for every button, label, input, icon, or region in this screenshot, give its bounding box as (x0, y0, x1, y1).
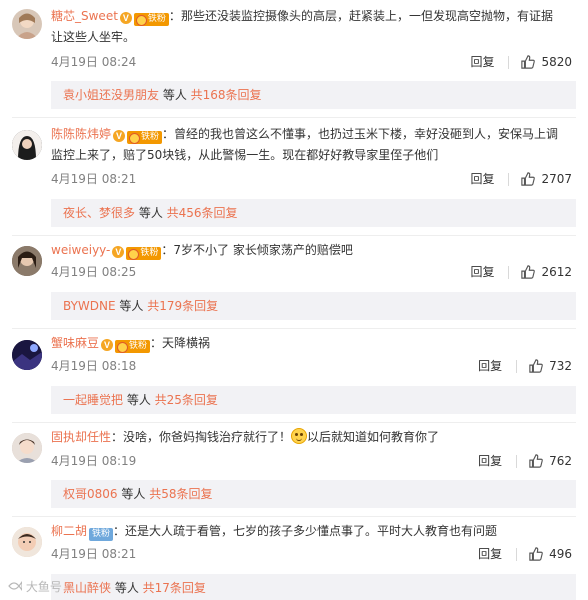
view-replies-link[interactable]: 共58条回复 (149, 487, 212, 501)
reply-summary[interactable]: 夜长、梦很多 等人 共456条回复 (51, 199, 576, 227)
thumbs-up-icon (529, 359, 543, 373)
smile-emoji-icon (291, 428, 308, 444)
fan-badge: 铁粉 (89, 528, 114, 541)
watermark: 大鱼号 (8, 578, 62, 595)
like-button[interactable]: 496 (529, 547, 572, 561)
reply-button[interactable]: 回复 (478, 454, 518, 468)
fan-badge: 铁粉 (133, 13, 169, 26)
like-count: 732 (549, 359, 572, 373)
reply-summary[interactable]: 袁小姐还没男朋友 等人 共168条回复 (51, 81, 576, 109)
verified-icon: V (119, 12, 132, 24)
divider (12, 422, 576, 423)
comment-username[interactable]: 陈陈陈炜婷 (51, 127, 111, 141)
view-replies-link[interactable]: 共25条回复 (155, 393, 218, 407)
thumbs-up-icon (521, 55, 536, 69)
comment-time: 4月19日 08:24 (51, 55, 137, 69)
comment-text-continued: 以后就知道如何教育你了 (307, 430, 440, 444)
comment-text: 还是大人疏于看管，七岁的孩子多少懂点事了。平时大人教育也有问题 (125, 524, 498, 538)
fan-badge: 铁粉 (126, 247, 162, 260)
reply-summary[interactable]: 黑山醉侠 等人 共17条回复 (51, 574, 576, 600)
reply-button[interactable]: 回复 (470, 55, 510, 69)
avatar[interactable] (12, 433, 42, 463)
fan-badge: 铁粉 (127, 131, 163, 144)
view-replies-link[interactable]: 共168条回复 (191, 88, 262, 102)
comment-time: 4月19日 08:21 (51, 547, 137, 561)
verified-icon: V (112, 246, 125, 258)
reply-user[interactable]: 黑山醉侠 (63, 581, 111, 595)
reply-user[interactable]: 袁小姐还没男朋友 (63, 88, 159, 102)
fish-logo-icon (8, 580, 23, 592)
avatar[interactable] (12, 246, 42, 276)
reply-summary[interactable]: BYWDNE 等人 共179条回复 (51, 292, 576, 320)
like-button[interactable]: 2707 (521, 172, 572, 186)
comment-username[interactable]: 蟹味麻豆 (51, 336, 99, 350)
like-count: 762 (549, 454, 572, 468)
like-count: 5820 (541, 55, 572, 69)
verified-icon: V (101, 339, 114, 351)
view-replies-link[interactable]: 共456条回复 (167, 206, 238, 220)
comment-text: 没啥，你爸妈掏钱治疗就行了！ (123, 430, 292, 444)
comment-time: 4月19日 08:18 (51, 359, 137, 373)
reply-summary[interactable]: 权哥0806 等人 共58条回复 (51, 480, 576, 508)
comment-text: 天降横祸 (162, 336, 211, 350)
like-button[interactable]: 2612 (521, 265, 572, 279)
avatar[interactable] (12, 527, 42, 557)
reply-button[interactable]: 回复 (470, 172, 510, 186)
comment-time: 4月19日 08:19 (51, 454, 137, 468)
reply-user[interactable]: BYWDNE (63, 299, 116, 313)
view-replies-link[interactable]: 共179条回复 (147, 299, 218, 313)
divider (12, 117, 576, 118)
thumbs-up-icon (529, 547, 543, 561)
reply-button[interactable]: 回复 (478, 547, 518, 561)
like-count: 496 (549, 547, 572, 561)
avatar[interactable] (12, 9, 42, 39)
verified-icon: V (113, 130, 126, 142)
thumbs-up-icon (521, 265, 536, 279)
like-count: 2707 (541, 172, 572, 186)
view-replies-link[interactable]: 共17条回复 (143, 581, 206, 595)
divider (12, 328, 576, 329)
divider (12, 516, 576, 517)
reply-button[interactable]: 回复 (470, 265, 510, 279)
reply-user[interactable]: 一起睡觉把 (63, 393, 123, 407)
reply-user[interactable]: 权哥0806 (63, 487, 118, 501)
thumbs-up-icon (529, 454, 543, 468)
reply-button[interactable]: 回复 (478, 359, 518, 373)
reply-summary[interactable]: 一起睡觉把 等人 共25条回复 (51, 386, 576, 414)
avatar[interactable] (12, 130, 42, 160)
reply-user[interactable]: 夜长、梦很多 (63, 206, 135, 220)
comment-username[interactable]: 固执却任性 (51, 430, 111, 444)
comment-text: 7岁不小了 家长倾家荡产的赔偿吧 (173, 243, 353, 257)
comment-time: 4月19日 08:21 (51, 172, 137, 186)
comment-time: 4月19日 08:25 (51, 265, 137, 279)
fan-badge: 铁粉 (115, 340, 151, 353)
comment-username[interactable]: weiweiyy- (51, 243, 110, 257)
avatar[interactable] (12, 340, 42, 370)
divider (12, 235, 576, 236)
like-button[interactable]: 5820 (521, 55, 572, 69)
like-button[interactable]: 732 (529, 359, 572, 373)
comment-username[interactable]: 糖芯_Sweet (51, 9, 118, 23)
like-count: 2612 (541, 265, 572, 279)
like-button[interactable]: 762 (529, 454, 572, 468)
comment-username[interactable]: 柳二胡 (51, 524, 87, 538)
thumbs-up-icon (521, 172, 536, 186)
